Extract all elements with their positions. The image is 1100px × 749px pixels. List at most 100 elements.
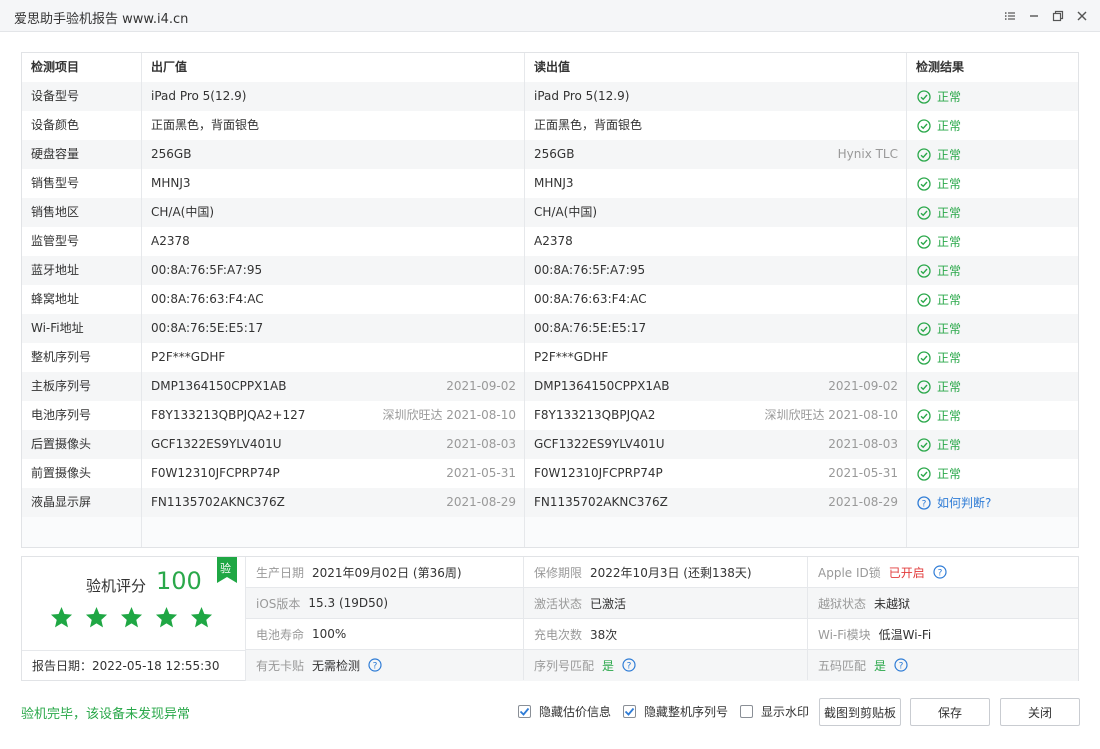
table-row: 销售地区 CH/A(中国) CH/A(中国) 正常 [22,198,1078,227]
checkbox-hide-serial[interactable]: 隐藏整机序列号 [623,703,728,720]
table-row: 设备型号 iPad Pro 5(12.9) iPad Pro 5(12.9) 正常 [22,82,1078,111]
row-item-label: 监管型号 [31,234,80,248]
row-read-note [705,256,898,285]
row-factory-value: DMP1364150CPPX1AB [151,379,287,393]
close-button[interactable]: 关闭 [1000,698,1080,726]
row-factory-value: CH/A(中国) [151,205,215,219]
table-row: 前置摄像头 F0W12310JFCPRP74P 2021-05-31 F0W12310… [22,459,1078,488]
checkbox-label: 显示水印 [761,705,810,719]
row-item-label: 后置摄像头 [31,437,92,451]
check-circle-icon [917,321,931,336]
row-factory-value: iPad Pro 5(12.9) [151,89,247,103]
row-result-label: 正常 [937,322,962,336]
score-box: 验机评分 100 验 [22,557,246,650]
row-result-label: 正常 [937,409,962,423]
checkbox-label: 隐藏整机序列号 [644,705,729,719]
row-read-note [705,198,898,227]
row-result: 正常 [917,343,961,372]
summary-label: 生产日期 [256,565,305,580]
row-read-value: P2F***GDHF [534,350,609,364]
summary-cell: 有无卡贴 无需检测? [246,650,524,680]
summary-value: 是 [874,658,887,673]
row-factory-note [322,285,516,314]
row-read-note [705,82,898,111]
restore-icon[interactable] [1050,8,1066,24]
checkbox-checked-icon[interactable] [623,705,636,718]
summary-value: 已激活 [590,596,627,611]
save-button[interactable]: 保存 [910,698,990,726]
row-read-value: A2378 [534,234,573,248]
checkbox-unchecked-icon[interactable] [740,705,753,718]
summary-label: 激活状态 [534,596,583,611]
question-circle-icon[interactable]: ? [622,658,636,672]
summary-grid: 生产日期 2021年09月02日 (第36周) 保修期限 2022年10月3日 (还剩… [246,557,1078,681]
checkbox-show-watermark[interactable]: 显示水印 [740,703,809,720]
row-item-label: 设备颜色 [31,118,80,132]
summary-label: iOS版本 [256,596,301,611]
row-result-label: 正常 [937,119,962,133]
summary-value: 38次 [590,627,618,642]
row-factory-note: 2021-09-02 [446,379,516,393]
row-factory-value: F0W12310JFCPRP74P [151,466,280,480]
row-read-value: 正面黑色，背面银色 [534,118,643,132]
check-circle-icon [917,350,931,365]
summary-cell: 充电次数 38次 [524,619,808,649]
row-item-label: 销售型号 [31,176,80,190]
detection-table: 检测项目 出厂值 读出值 检测结果 设备型号 iPad Pro 5(12.9) iP… [21,52,1079,548]
summary-row: 生产日期 2021年09月02日 (第36周) 保修期限 2022年10月3日 (还剩… [246,557,1078,588]
check-circle-icon [917,205,931,220]
header-factory: 出厂值 [151,60,188,74]
close-icon[interactable] [1074,8,1090,24]
copy-screenshot-button[interactable]: 截图到剪贴板 [819,698,901,726]
row-factory-note [322,169,516,198]
question-circle-icon[interactable]: ? [894,658,908,672]
row-result: 正常 [917,372,961,401]
row-factory-value: 256GB [151,147,192,161]
summary-label: Apple ID锁 [818,565,881,580]
row-result: 正常 [917,198,961,227]
row-factory-note [322,82,516,111]
row-result-label: 正常 [937,293,962,307]
row-read-note [705,169,898,198]
row-factory-value: 00:8A:76:5E:E5:17 [151,321,264,335]
row-result: 正常 [917,430,961,459]
row-factory-note [322,256,516,285]
table-row: 监管型号 A2378 A2378 正常 [22,227,1078,256]
summary-value: 2021年09月02日 (第36周) [312,565,462,580]
row-result-help-link[interactable]: ? 如何判断? [917,488,991,517]
star-icon [190,606,213,628]
row-factory-note [322,343,516,372]
summary-value: 是 [602,658,615,673]
row-result-label: 正常 [937,90,962,104]
row-result: 正常 [917,111,961,140]
question-circle-icon[interactable]: ? [933,565,947,579]
row-read-value: FN1135702AKNC376Z [534,495,668,509]
row-factory-note [322,111,516,140]
row-item-label: 液晶显示屏 [31,495,92,509]
minimize-icon[interactable] [1026,8,1042,24]
row-result: 正常 [917,169,961,198]
summary-label: Wi-Fi模块 [818,627,871,642]
row-factory-note [322,198,516,227]
row-item-label: 蜂窝地址 [31,292,80,306]
check-circle-icon [917,466,931,481]
row-result-label: 正常 [937,148,962,162]
question-circle-icon[interactable]: ? [368,658,382,672]
row-item-label: 蓝牙地址 [31,263,80,277]
table-row: 设备颜色 正面黑色，背面银色 正面黑色，背面银色 正常 [22,111,1078,140]
row-read-note: 2021-09-02 [828,379,898,393]
checkbox-checked-icon[interactable] [518,705,531,718]
table-row: 蜂窝地址 00:8A:76:63:F4:AC 00:8A:76:63:F4:AC 正常 [22,285,1078,314]
row-factory-value: FN1135702AKNC376Z [151,495,285,509]
row-read-note [705,285,898,314]
table-row: 后置摄像头 GCF1322ES9YLV401U 2021-08-03 GCF1322E… [22,430,1078,459]
row-read-value: MHNJ3 [534,176,574,190]
row-item-label: 主板序列号 [31,379,92,393]
check-circle-icon [917,292,931,307]
list-icon[interactable] [1002,8,1018,24]
row-read-note: 2021-08-29 [828,495,898,509]
checkbox-hide-valuation[interactable]: 隐藏估价信息 [518,703,611,720]
row-item-label: 前置摄像头 [31,466,92,480]
row-read-note [705,227,898,256]
row-factory-note [322,314,516,343]
